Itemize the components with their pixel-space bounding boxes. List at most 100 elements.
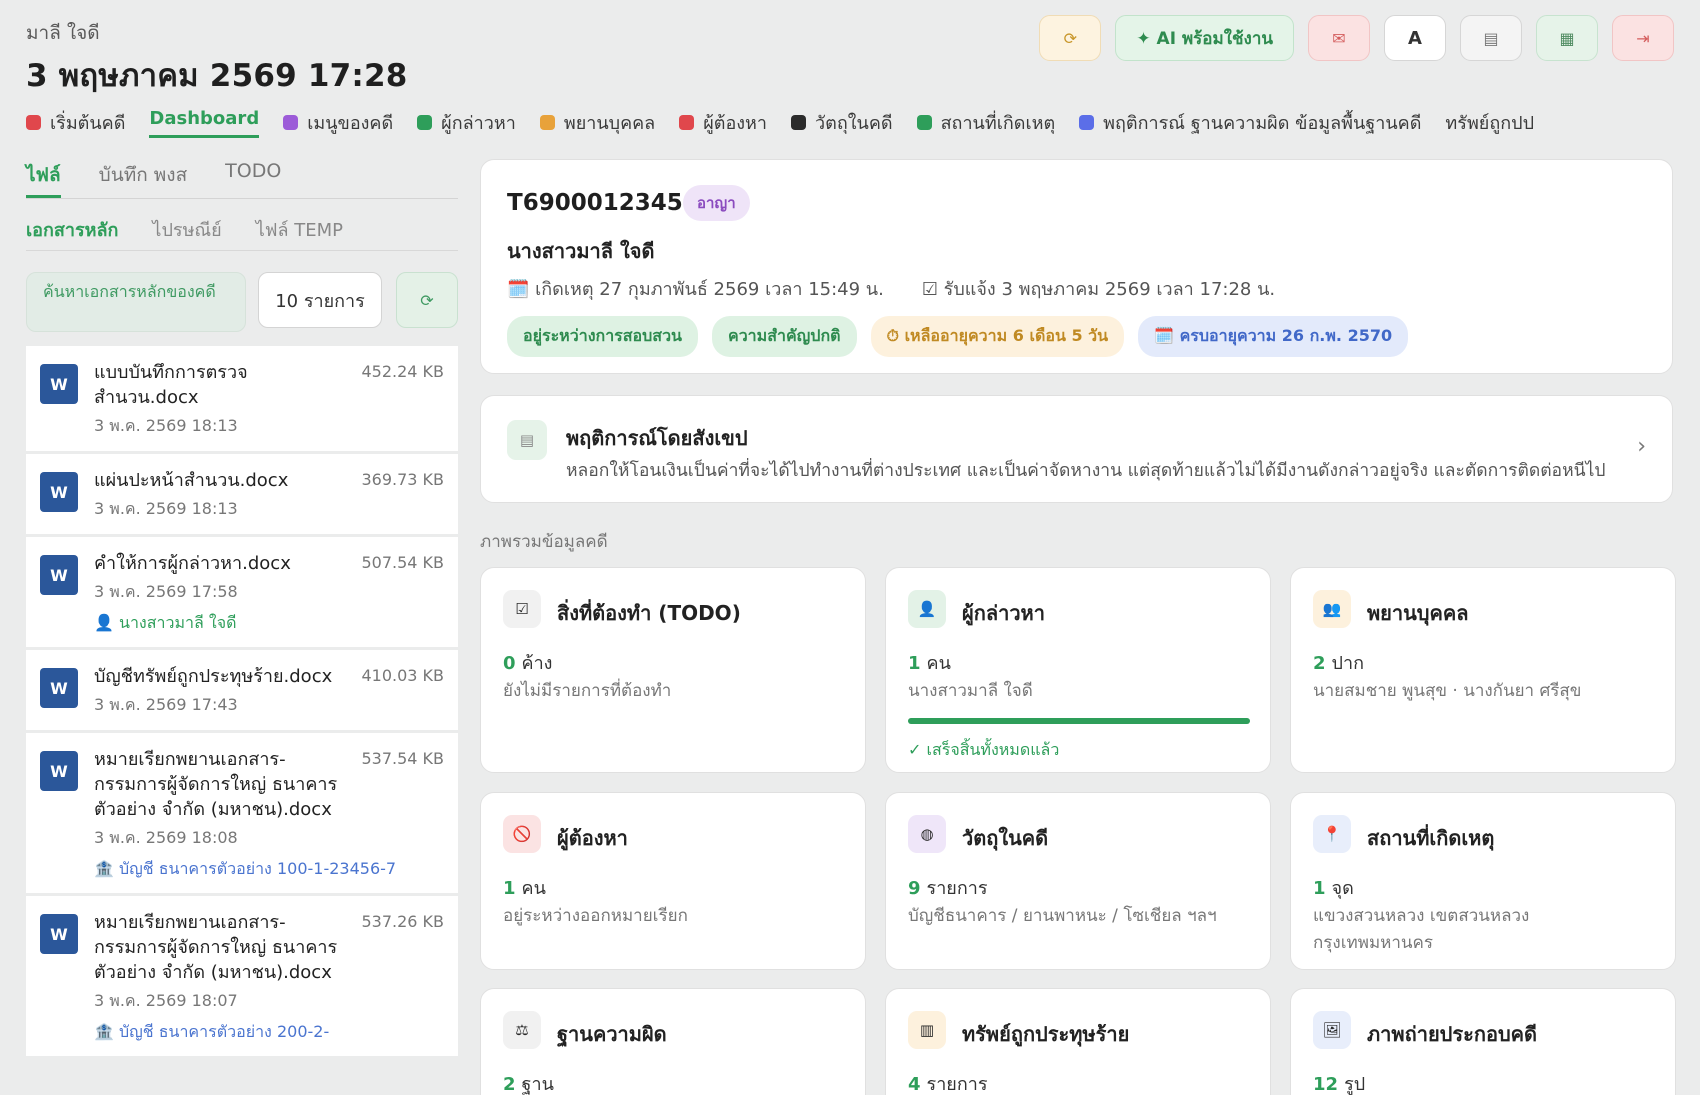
card-icon: ⚖ bbox=[503, 1011, 541, 1049]
nav-item-5[interactable]: ผู้ต้องหา bbox=[679, 108, 767, 137]
card-count-number: 1 bbox=[908, 653, 921, 674]
card-count-unit: ค้าง bbox=[521, 653, 553, 674]
card-icon: 🖼 bbox=[1313, 1011, 1351, 1049]
nav-item-6[interactable]: วัตถุในคดี bbox=[791, 108, 893, 137]
card-title: ผู้กล่าวหา bbox=[962, 601, 1045, 625]
status-badge: ความสำคัญปกติ bbox=[711, 316, 857, 357]
nav-item-0[interactable]: เริ่มต้นคดี bbox=[26, 108, 125, 137]
font-size-button[interactable]: A bbox=[1384, 15, 1446, 61]
card-icon: ▥ bbox=[908, 1011, 946, 1049]
folder-icon: ▦ bbox=[1559, 28, 1575, 48]
current-datetime: 3 พฤษภาคม 2569 17:28 bbox=[26, 58, 408, 94]
refresh-icon: ⟳ bbox=[420, 290, 434, 310]
logout-button[interactable]: ⇥ bbox=[1612, 15, 1674, 61]
nav-item-7[interactable]: สถานที่เกิดเหตุ bbox=[916, 108, 1055, 137]
document-button[interactable]: ▤ bbox=[1460, 15, 1522, 61]
overview-card[interactable]: ▥ ทรัพย์ถูกประทุษร้าย 4 รายการ bbox=[885, 988, 1271, 1095]
card-subtitle: บัญชีธนาคาร / ยานพาหนะ / โซเชียล ฯลฯ bbox=[908, 906, 1217, 926]
nav-dot-icon bbox=[26, 114, 41, 130]
subtab-1[interactable]: ไปรษณีย์ bbox=[152, 215, 221, 250]
file-size: 410.03 KB bbox=[361, 666, 444, 685]
refresh-files-button[interactable]: ⟳ bbox=[396, 272, 458, 328]
card-count: 4 รายการ bbox=[908, 1069, 988, 1095]
case-meta: 🗓️ เกิดเหตุ 27 กุมภาพันธ์ 2569 เวลา 15:4… bbox=[507, 274, 1275, 303]
folder-button[interactable]: ▦ bbox=[1536, 15, 1598, 61]
case-summary-card[interactable]: ▤ พฤติการณ์โดยสังเขป หลอกให้โอนเงินเป็นค… bbox=[480, 395, 1673, 503]
card-count-number: 1 bbox=[1313, 878, 1326, 899]
card-title: ผู้ต้องหา bbox=[557, 826, 628, 850]
document-icon: ▤ bbox=[507, 420, 547, 460]
case-id: T69000123456 bbox=[507, 190, 699, 216]
file-tag[interactable]: 👤 นางสาวมาลี ใจดี bbox=[94, 611, 444, 635]
card-title: พยานบุคคล bbox=[1367, 601, 1469, 625]
tab-2[interactable]: TODO bbox=[225, 158, 281, 198]
case-name: นางสาวมาลี ใจดี bbox=[507, 239, 655, 263]
overview-card[interactable]: ⚖ ฐานความผิด 2 ฐาน bbox=[480, 988, 866, 1095]
card-count-number: 0 bbox=[503, 653, 516, 674]
file-item[interactable]: W หมายเรียกพยานเอกสาร-กรรมการผู้จัดการใหญ… bbox=[26, 733, 458, 896]
nav-item-9[interactable]: ทรัพย์ถูกปป bbox=[1445, 108, 1534, 137]
document-icon: ▤ bbox=[1483, 28, 1499, 48]
nav-item-8[interactable]: พฤติการณ์ ฐานความผิด ข้อมูลพื้นฐานคดี bbox=[1079, 108, 1421, 137]
nav-dot-icon bbox=[916, 114, 932, 130]
nav-item-4[interactable]: พยานบุคคล bbox=[539, 108, 655, 137]
card-count: 9 รายการ bbox=[908, 873, 988, 902]
file-item[interactable]: W แบบบันทึกการตรวจสำนวน.docx 452.24 KB 3 พ.… bbox=[26, 346, 458, 454]
card-count: 1 จุด bbox=[1313, 873, 1354, 902]
file-date: 3 พ.ค. 2569 18:13 bbox=[94, 499, 238, 518]
card-count: 2 ฐาน bbox=[503, 1069, 554, 1095]
card-icon: 📍 bbox=[1313, 815, 1351, 853]
item-count-select[interactable]: 10 รายการ bbox=[258, 272, 382, 328]
subtab-2[interactable]: ไฟล์ TEMP bbox=[256, 215, 343, 250]
overview-card[interactable]: ☑ สิ่งที่ต้องทำ (TODO) 0 ค้าง ยังไม่มีรายการ… bbox=[480, 567, 866, 773]
status-badge: 🗓️ ครบอายุความ 26 ก.พ. 2570 bbox=[1138, 316, 1409, 357]
word-file-icon: W bbox=[40, 472, 78, 512]
nav-item-1[interactable]: Dashboard bbox=[149, 108, 260, 138]
card-count: 0 ค้าง bbox=[503, 648, 552, 677]
overview-card[interactable]: 🚫 ผู้ต้องหา 1 คน อยู่ระหว่างออกหมายเรียก bbox=[480, 792, 866, 970]
overview-card[interactable]: 🖼 ภาพถ่ายประกอบคดี 12 รูป bbox=[1290, 988, 1676, 1095]
refresh-icon: ⟳ bbox=[1063, 28, 1078, 48]
card-count-unit: คน bbox=[926, 653, 951, 674]
card-subtitle: ยังไม่มีรายการที่ต้องทำ bbox=[503, 681, 672, 701]
file-date: 3 พ.ค. 2569 18:07 bbox=[94, 991, 238, 1010]
mail-icon: ✉ bbox=[1332, 28, 1346, 48]
card-title: สถานที่เกิดเหตุ bbox=[1367, 826, 1495, 850]
refresh-button[interactable]: ⟳ bbox=[1039, 15, 1102, 61]
file-tag[interactable]: 🏦 บัญชี ธนาคารตัวอย่าง 200-2- bbox=[94, 1020, 444, 1044]
mail-button[interactable]: ✉ bbox=[1308, 15, 1370, 61]
tab-0[interactable]: ไฟล์ bbox=[26, 158, 61, 198]
overview-card[interactable]: ◍ วัตถุในคดี 9 รายการ บัญชีธนาคาร / ยานพาหนะ… bbox=[885, 792, 1271, 970]
nav-dot-icon bbox=[417, 114, 433, 130]
file-item[interactable]: W หมายเรียกพยานเอกสาร-กรรมการผู้จัดการใหญ… bbox=[26, 896, 458, 1059]
card-count-number: 4 bbox=[908, 1074, 921, 1095]
word-file-icon: W bbox=[40, 914, 78, 954]
file-item[interactable]: W แผ่นปะหน้าสำนวน.docx 369.73 KB 3 พ.ค. 256… bbox=[26, 454, 458, 537]
file-size: 369.73 KB bbox=[361, 470, 444, 489]
subtab-0[interactable]: เอกสารหลัก bbox=[26, 215, 118, 250]
card-count: 1 คน bbox=[908, 648, 951, 677]
file-tag[interactable]: 🏦 บัญชี ธนาคารตัวอย่าง 100-1-23456-7 bbox=[94, 857, 444, 881]
file-date: 3 พ.ค. 2569 17:58 bbox=[94, 582, 238, 601]
card-count: 2 ปาก bbox=[1313, 648, 1364, 677]
overview-card[interactable]: 👤 ผู้กล่าวหา 1 คน นางสาวมาลี ใจดี ✓ เสร็จสิ้น… bbox=[885, 567, 1271, 773]
status-badge: อยู่ระหว่างการสอบสวน bbox=[507, 316, 698, 357]
card-count-number: 9 bbox=[908, 878, 921, 899]
nav-item-3[interactable]: ผู้กล่าวหา bbox=[417, 108, 516, 137]
overview-card[interactable]: 👥 พยานบุคคล 2 ปาก นายสมชาย พูนสุข · นางกันยา… bbox=[1290, 567, 1676, 773]
nav-item-label: ผู้ต้องหา bbox=[703, 112, 768, 134]
nav-item-label: ทรัพย์ถูกปป bbox=[1445, 112, 1534, 134]
card-subtitle: นางสาวมาลี ใจดี bbox=[908, 681, 1033, 701]
ai-status-button[interactable]: ✦ AI พร้อมใช้งาน bbox=[1115, 15, 1294, 61]
nav-item-label: พฤติการณ์ ฐานความผิด ข้อมูลพื้นฐานคดี bbox=[1103, 112, 1422, 134]
file-size: 537.26 KB bbox=[361, 912, 444, 931]
card-icon: 🚫 bbox=[503, 815, 541, 853]
file-item[interactable]: W คำให้การผู้กล่าวหา.docx 507.54 KB 3 พ.ค. … bbox=[26, 537, 458, 650]
tab-1[interactable]: บันทึก พงส bbox=[99, 158, 188, 198]
file-item[interactable]: W บัญชีทรัพย์ถูกประทุษร้าย.docx 410.03 KB 3… bbox=[26, 650, 458, 733]
overview-card[interactable]: 📍 สถานที่เกิดเหตุ 1 จุด แขวงสวนหลวง เขตสวนหล… bbox=[1290, 792, 1676, 970]
card-count-unit: จุด bbox=[1331, 878, 1354, 899]
nav-item-2[interactable]: เมนูของคดี bbox=[283, 108, 393, 137]
chevron-right-icon[interactable]: › bbox=[1637, 434, 1646, 459]
document-search-input[interactable]: ค้นหาเอกสารหลักของคดี bbox=[26, 272, 246, 332]
